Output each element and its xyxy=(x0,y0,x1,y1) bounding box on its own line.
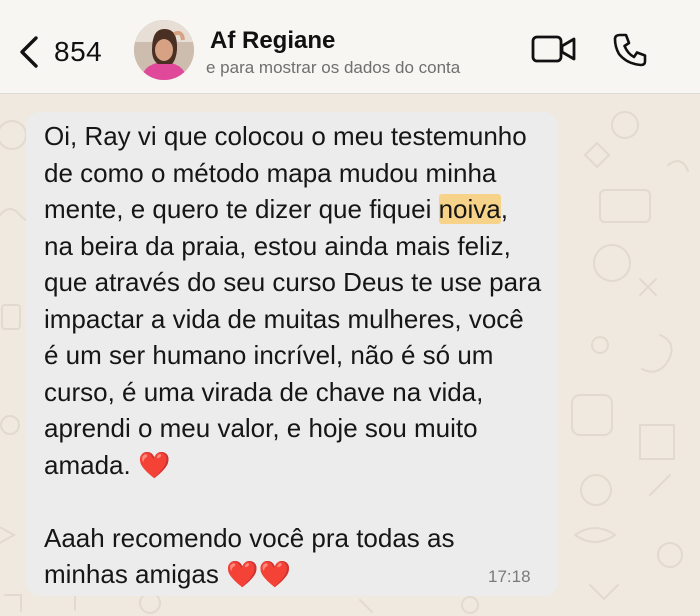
message-timestamp: 17:18 xyxy=(488,567,531,586)
unread-count: 854 xyxy=(54,36,103,67)
message-text: Oi, Ray vi que colocou o meu testemunho … xyxy=(44,118,544,593)
avatar[interactable] xyxy=(134,20,194,80)
message-text-part2: , na beira da praia, estou ainda mais fe… xyxy=(44,194,542,480)
voice-call-button[interactable] xyxy=(612,32,648,73)
chevron-left-icon xyxy=(18,35,40,69)
chat-header: 854 Af Regiane e para mostrar os dados d… xyxy=(0,0,700,94)
video-call-button[interactable] xyxy=(531,34,577,69)
phone-icon xyxy=(612,33,648,72)
video-camera-icon xyxy=(531,35,577,68)
back-button[interactable]: 854 xyxy=(18,30,102,74)
highlighted-word: noiva xyxy=(438,194,501,224)
heart-emoji: ❤️ xyxy=(137,449,171,480)
contact-name[interactable]: Af Regiane xyxy=(210,27,335,55)
contact-subtitle[interactable]: e para mostrar os dados do conta xyxy=(206,58,518,78)
hearts-emoji: ❤️❤️ xyxy=(226,559,291,589)
